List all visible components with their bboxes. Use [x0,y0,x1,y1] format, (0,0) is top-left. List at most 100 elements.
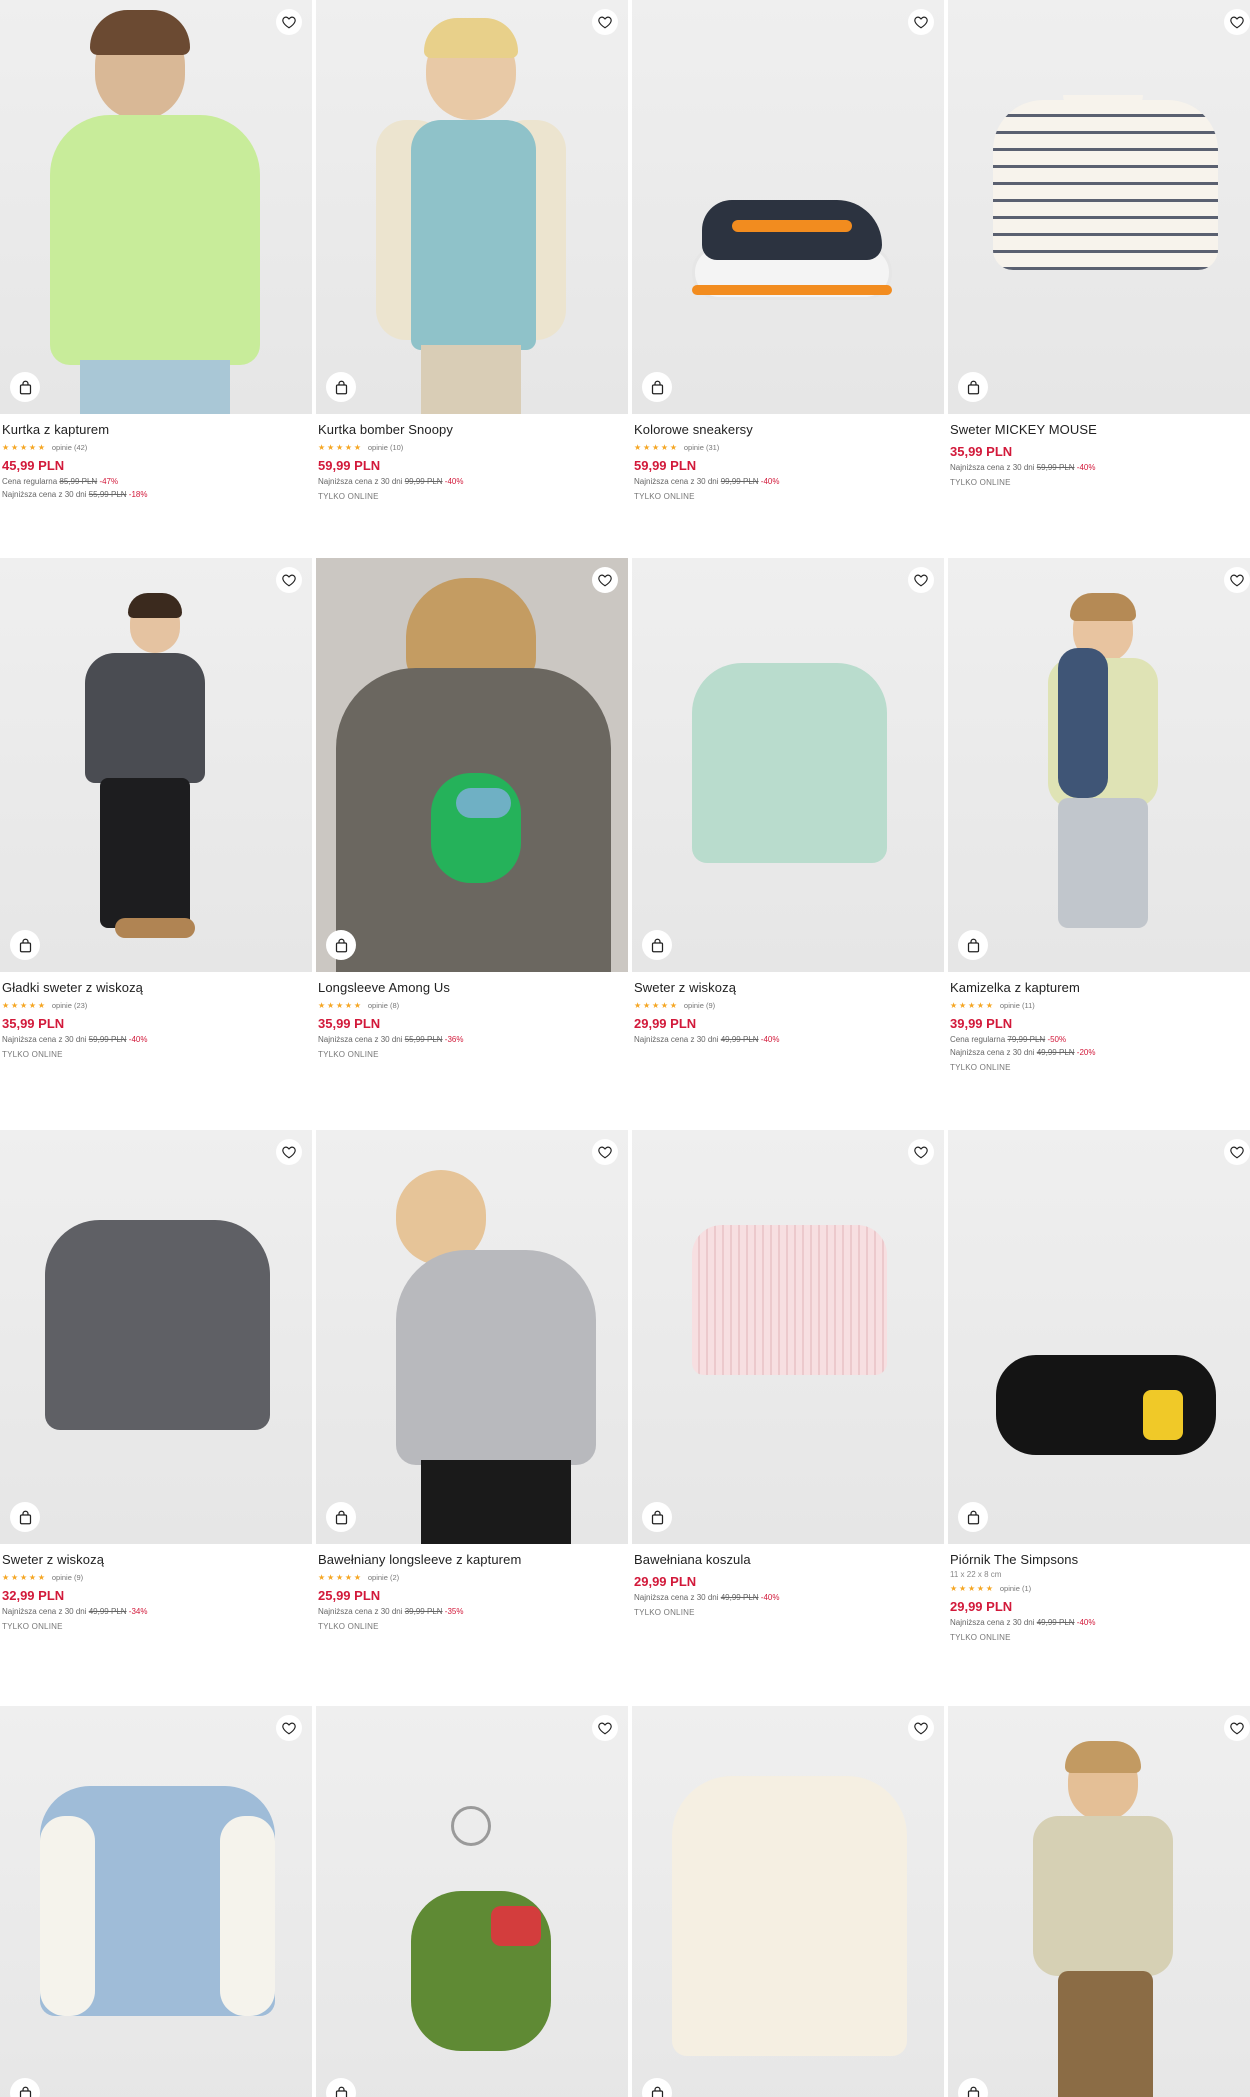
product-info: Longsleeve Among Us ★★★★★ opinie (8) 35,99 … [318,980,628,1059]
product-title[interactable]: Sweter MICKEY MOUSE [950,422,1250,438]
review-count[interactable]: opinie (42) [52,443,87,452]
shopping-bag-icon[interactable] [10,930,40,960]
heart-icon[interactable] [276,1715,302,1741]
online-only-badge: TYLKO ONLINE [950,1063,1011,1072]
heart-icon[interactable] [908,1715,934,1741]
product-image[interactable] [948,1130,1250,1544]
heart-icon[interactable] [276,1139,302,1165]
product-title[interactable]: Kolorowe sneakersy [634,422,944,438]
product-title[interactable]: Sweter z wiskozą [2,1552,312,1568]
product-image[interactable] [632,0,944,414]
shopping-bag-icon[interactable] [326,1502,356,1532]
online-only-badge: TYLKO ONLINE [2,1050,63,1059]
star-icon: ★★★★★ [950,1000,995,1010]
heart-icon[interactable] [592,1715,618,1741]
product-title[interactable]: Kurtka z kapturem [2,422,312,438]
discount-percent: -40% [760,1035,780,1044]
heart-icon[interactable] [592,9,618,35]
product-image[interactable] [316,1706,628,2097]
product-rating: ★★★★★ opinie (9) [2,1572,312,1582]
review-count[interactable]: opinie (11) [1000,1001,1035,1010]
product-title[interactable]: Kurtka bomber Snoopy [318,422,628,438]
product-image[interactable] [0,1706,312,2097]
shopping-bag-icon[interactable] [958,930,988,960]
product-image[interactable] [948,1706,1250,2097]
review-count[interactable]: opinie (1) [1000,1584,1031,1593]
old-price: 49,99 PLN [720,1035,759,1044]
product-price: 29,99 PLN [950,1599,1013,1614]
old-price: 55,99 PLN [88,490,127,499]
heart-icon[interactable] [1224,1715,1250,1741]
product-title[interactable]: Gładki sweter z wiskozą [2,980,312,996]
product-title[interactable]: Kamizelka z kapturem [950,980,1250,996]
product-price: 32,99 PLN [2,1588,65,1603]
heart-icon[interactable] [276,9,302,35]
product-rating: ★★★★★ opinie (31) [634,442,944,452]
product-title[interactable]: Sweter z wiskozą [634,980,944,996]
product-title[interactable]: Bawełniany longsleeve z kapturem [318,1552,628,1568]
shopping-bag-icon[interactable] [642,1502,672,1532]
price-label: Najniższa cena z 30 dni [634,477,719,486]
shopping-bag-icon[interactable] [642,2078,672,2097]
price-history-line: Najniższa cena z 30 dni 59,99 PLN -40% [950,463,1250,473]
shopping-bag-icon[interactable] [958,372,988,402]
product-title[interactable]: Longsleeve Among Us [318,980,628,996]
product-image[interactable] [632,558,944,972]
shopping-bag-icon[interactable] [642,372,672,402]
discount-percent: -36% [444,1035,464,1044]
review-count[interactable]: opinie (31) [684,443,719,452]
shopping-bag-icon[interactable] [326,372,356,402]
review-count[interactable]: opinie (9) [684,1001,715,1010]
shopping-bag-icon[interactable] [958,1502,988,1532]
review-count[interactable]: opinie (23) [52,1001,87,1010]
review-count[interactable]: opinie (2) [368,1573,399,1582]
review-count[interactable]: opinie (10) [368,443,403,452]
online-only-badge: TYLKO ONLINE [950,478,1011,487]
star-icon: ★★★★★ [2,442,47,452]
heart-icon[interactable] [1224,567,1250,593]
product-image[interactable] [632,1706,944,2097]
heart-icon[interactable] [908,9,934,35]
shopping-bag-icon[interactable] [10,372,40,402]
shopping-bag-icon[interactable] [958,2078,988,2097]
heart-icon[interactable] [908,567,934,593]
product-image[interactable] [316,0,628,414]
product-image[interactable] [316,1130,628,1544]
online-only-badge: TYLKO ONLINE [950,1633,1011,1642]
product-info: Kurtka z kapturem ★★★★★ opinie (42) 45,99 P… [2,422,312,500]
heart-icon[interactable] [908,1139,934,1165]
product-price: 29,99 PLN [634,1016,697,1031]
discount-percent: -20% [1076,1048,1096,1057]
product-image[interactable] [948,0,1250,414]
price-label: Najniższa cena z 30 dni [950,463,1035,472]
price-history-line: Najniższa cena z 30 dni 99,99 PLN -40% [318,477,628,487]
product-info: Sweter z wiskozą ★★★★★ opinie (9) 32,99 PLN… [2,1552,312,1631]
product-rating: ★★★★★ opinie (11) [950,1000,1250,1010]
product-image[interactable] [632,1130,944,1544]
shopping-bag-icon[interactable] [642,930,672,960]
price-label: Najniższa cena z 30 dni [2,490,87,499]
review-count[interactable]: opinie (9) [52,1573,83,1582]
heart-icon[interactable] [1224,1139,1250,1165]
product-title[interactable]: Piórnik The Simpsons [950,1552,1250,1568]
product-image[interactable] [0,0,312,414]
price-history-line: Najniższa cena z 30 dni 59,99 PLN -40% [2,1035,312,1045]
product-image[interactable] [948,558,1250,972]
product-title[interactable]: Bawełniana koszula [634,1552,944,1568]
heart-icon[interactable] [592,567,618,593]
discount-percent: -40% [760,477,780,486]
discount-percent: -50% [1047,1035,1067,1044]
heart-icon[interactable] [1224,9,1250,35]
shopping-bag-icon[interactable] [326,930,356,960]
product-image[interactable] [0,558,312,972]
product-image[interactable] [316,558,628,972]
shopping-bag-icon[interactable] [326,2078,356,2097]
discount-percent: -40% [1076,1618,1096,1627]
product-image[interactable] [0,1130,312,1544]
review-count[interactable]: opinie (8) [368,1001,399,1010]
star-icon: ★★★★★ [950,1583,995,1593]
heart-icon[interactable] [276,567,302,593]
heart-icon[interactable] [592,1139,618,1165]
shopping-bag-icon[interactable] [10,1502,40,1532]
shopping-bag-icon[interactable] [10,2078,40,2097]
